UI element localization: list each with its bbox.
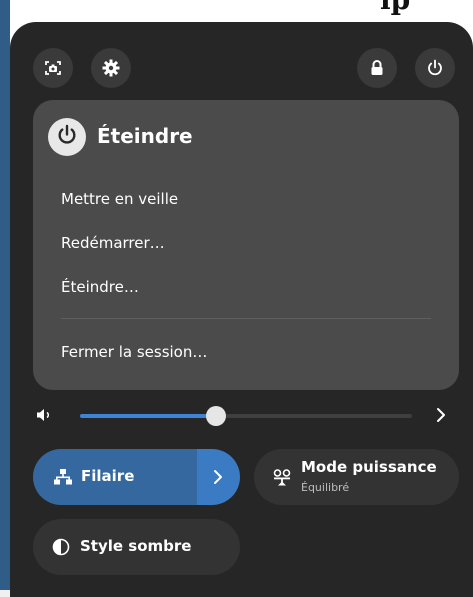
power-button[interactable] [415,48,455,88]
desktop-background [0,0,10,597]
power-mode-toggle[interactable]: Mode puissance Équilibré [254,449,459,505]
gear-icon [102,59,120,77]
menu-item-suspend[interactable]: Mettre en veille [61,190,178,208]
chevron-right-icon [211,467,225,491]
volume-slider-track[interactable] [216,414,412,418]
chevron-right-icon[interactable] [434,405,448,429]
screenshot-icon [43,58,63,78]
speaker-icon[interactable] [36,407,54,427]
lock-button[interactable] [357,48,397,88]
background-header-text: ıp [380,0,410,16]
dark-style-toggle[interactable]: Style sombre [33,519,240,575]
menu-item-restart[interactable]: Redémarrer… [61,234,165,252]
volume-slider-handle[interactable] [206,406,227,426]
menu-item-power-off[interactable]: Éteindre… [61,278,139,296]
screenshot-button[interactable] [33,48,73,88]
wired-network-toggle[interactable]: Filaire [33,449,198,505]
power-icon [426,59,444,77]
power-mode-subtitle: Équilibré [301,481,350,494]
network-wired-icon [54,468,72,490]
volume-slider-fill [80,414,217,418]
power-profile-icon [273,469,291,491]
wired-label: Filaire [81,467,135,485]
power-menu-title: Éteindre [97,124,193,148]
settings-button[interactable] [91,48,131,88]
menu-separator [61,318,431,319]
menu-item-log-out[interactable]: Fermer la session… [61,343,207,361]
dark-style-label: Style sombre [80,537,192,555]
power-menu-icon-circle [48,118,86,156]
power-icon [56,124,78,150]
dark-mode-icon [52,538,70,560]
lock-icon [369,59,385,77]
power-menu: Éteindre Mettre en veille Redémarrer… Ét… [33,100,459,390]
power-mode-label: Mode puissance [301,458,437,476]
